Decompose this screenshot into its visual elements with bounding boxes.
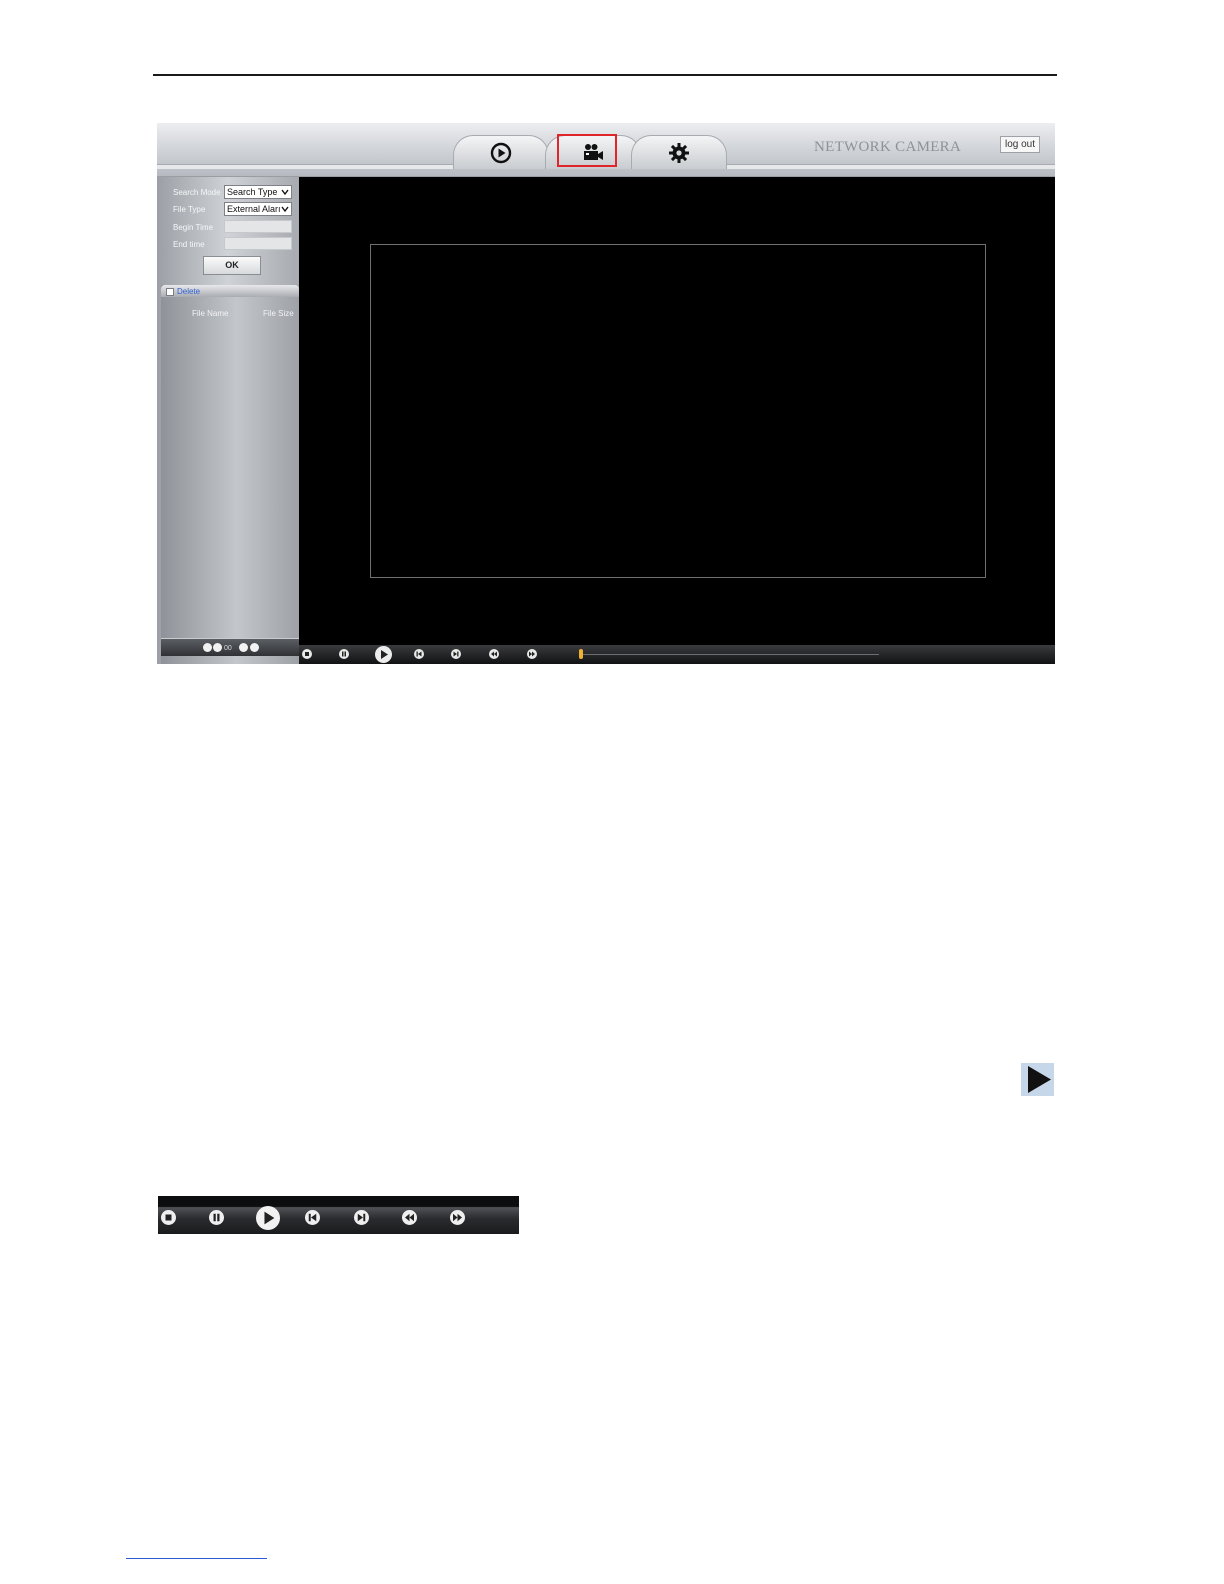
video-viewport bbox=[299, 177, 1055, 645]
stop-icon[interactable] bbox=[302, 649, 312, 659]
begin-time-label: Begin Time bbox=[173, 223, 214, 232]
camera-web-app: NETWORK CAMERA log out Search Mode Searc… bbox=[157, 123, 1055, 664]
brand-title: NETWORK CAMERA bbox=[814, 139, 962, 155]
begin-time-input[interactable] bbox=[224, 220, 292, 233]
search-mode-value: Search Type bbox=[227, 187, 278, 197]
ok-button[interactable]: OK bbox=[203, 256, 261, 275]
search-sidebar: Search Mode Search Type File Type Extern… bbox=[157, 177, 299, 664]
next-icon[interactable] bbox=[451, 649, 461, 659]
end-time-label: End time bbox=[173, 240, 205, 249]
next-icon bbox=[354, 1210, 369, 1225]
player-control-bar bbox=[299, 645, 1055, 664]
last-page-icon[interactable] bbox=[250, 643, 259, 652]
page-top-rule bbox=[153, 74, 1057, 76]
rewind-icon bbox=[402, 1210, 417, 1225]
select-all-checkbox[interactable] bbox=[166, 288, 174, 296]
chevron-down-icon bbox=[281, 206, 289, 213]
file-type-select[interactable]: External Aları bbox=[224, 202, 292, 216]
tab-settings[interactable] bbox=[631, 135, 727, 169]
play-circle-icon bbox=[490, 142, 512, 164]
pause-icon[interactable] bbox=[339, 649, 349, 659]
column-file-name: File Name bbox=[192, 309, 229, 318]
play-button-icon bbox=[1021, 1063, 1054, 1096]
play-icon[interactable] bbox=[375, 646, 392, 663]
next-page-icon[interactable] bbox=[239, 643, 248, 652]
search-mode-select[interactable]: Search Type bbox=[224, 185, 292, 199]
logout-button[interactable]: log out bbox=[1000, 136, 1040, 153]
selected-tab-highlight bbox=[557, 134, 617, 167]
player-control-bar-enlarged bbox=[158, 1196, 519, 1234]
app-header: NETWORK CAMERA log out bbox=[157, 123, 1055, 177]
end-time-input[interactable] bbox=[224, 237, 292, 250]
column-file-size: File Size bbox=[263, 309, 294, 318]
rewind-icon[interactable] bbox=[489, 649, 499, 659]
file-type-label: File Type bbox=[173, 205, 206, 214]
pause-icon bbox=[209, 1210, 224, 1225]
tab-play[interactable] bbox=[453, 135, 549, 169]
gear-icon bbox=[669, 143, 689, 163]
fast-forward-icon bbox=[450, 1210, 465, 1225]
delete-link[interactable]: Delete bbox=[177, 287, 200, 296]
file-list-panel: Delete File Name File Size 00 bbox=[161, 285, 299, 664]
chevron-down-icon bbox=[281, 189, 289, 196]
playback-progress-knob[interactable] bbox=[579, 649, 583, 659]
play-icon bbox=[1028, 1066, 1051, 1093]
stop-icon bbox=[161, 1210, 176, 1225]
previous-icon bbox=[305, 1210, 320, 1225]
prev-page-icon[interactable] bbox=[213, 643, 222, 652]
file-list-header: Delete bbox=[161, 285, 299, 297]
search-mode-label: Search Mode bbox=[173, 188, 221, 197]
page-number: 00 bbox=[224, 645, 232, 652]
playback-progress-track[interactable] bbox=[579, 654, 879, 655]
play-icon bbox=[256, 1206, 280, 1230]
file-list-pager: 00 bbox=[161, 638, 299, 656]
video-frame bbox=[370, 244, 986, 578]
footer-link-underline[interactable] bbox=[126, 1558, 267, 1559]
first-page-icon[interactable] bbox=[203, 643, 212, 652]
fast-forward-icon[interactable] bbox=[527, 649, 537, 659]
previous-icon[interactable] bbox=[414, 649, 424, 659]
file-type-value: External Aları bbox=[227, 204, 281, 214]
